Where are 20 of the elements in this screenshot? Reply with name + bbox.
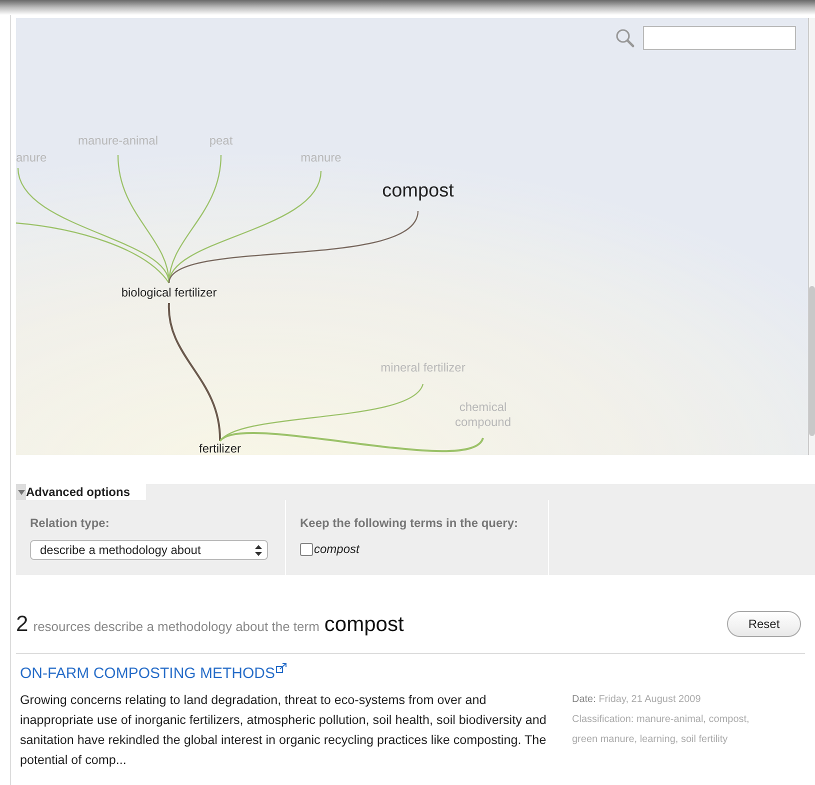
checkbox-label[interactable]: compost bbox=[314, 540, 360, 558]
scrollbar[interactable] bbox=[808, 18, 815, 455]
graph-node-label[interactable]: compost bbox=[382, 184, 454, 198]
field-label: Keep the following terms in the query: bbox=[300, 515, 520, 532]
result-classification: Classification: manure-animal, compost, green manure, learning, soil fertility bbox=[572, 712, 750, 746]
results-summary: 2 resources describe a methodology about the term compost bbox=[16, 610, 404, 638]
external-link-icon bbox=[276, 662, 287, 672]
result-description: Growing concerns relating to land degradation, threat to eco-systems from over and inappropriate use of inorganic fertilizers, atmospheric pollution, soil health, soil biodiversity and sanitation have rekindled the global interest in organic recycling practices like composting. The potential of comp... bbox=[20, 692, 548, 769]
stepper-icon bbox=[255, 544, 262, 556]
graph-node-label[interactable]: biological fertilizer bbox=[121, 286, 217, 300]
graph-node-label[interactable]: fertilizer bbox=[199, 442, 241, 455]
search-icon[interactable] bbox=[615, 28, 635, 48]
relation-type-select[interactable]: describe a methodology about bbox=[30, 540, 268, 560]
search-field[interactable] bbox=[643, 26, 796, 50]
result-date: Date: Friday, 21 August 2009 bbox=[572, 692, 702, 706]
triangle-icon bbox=[18, 490, 24, 494]
checkbox[interactable] bbox=[300, 542, 313, 556]
field-label: Relation type: bbox=[30, 515, 110, 532]
result-title-link[interactable]: ON-FARM COMPOSTING METHODS bbox=[20, 662, 287, 685]
reset-button[interactable]: Reset bbox=[727, 610, 801, 637]
